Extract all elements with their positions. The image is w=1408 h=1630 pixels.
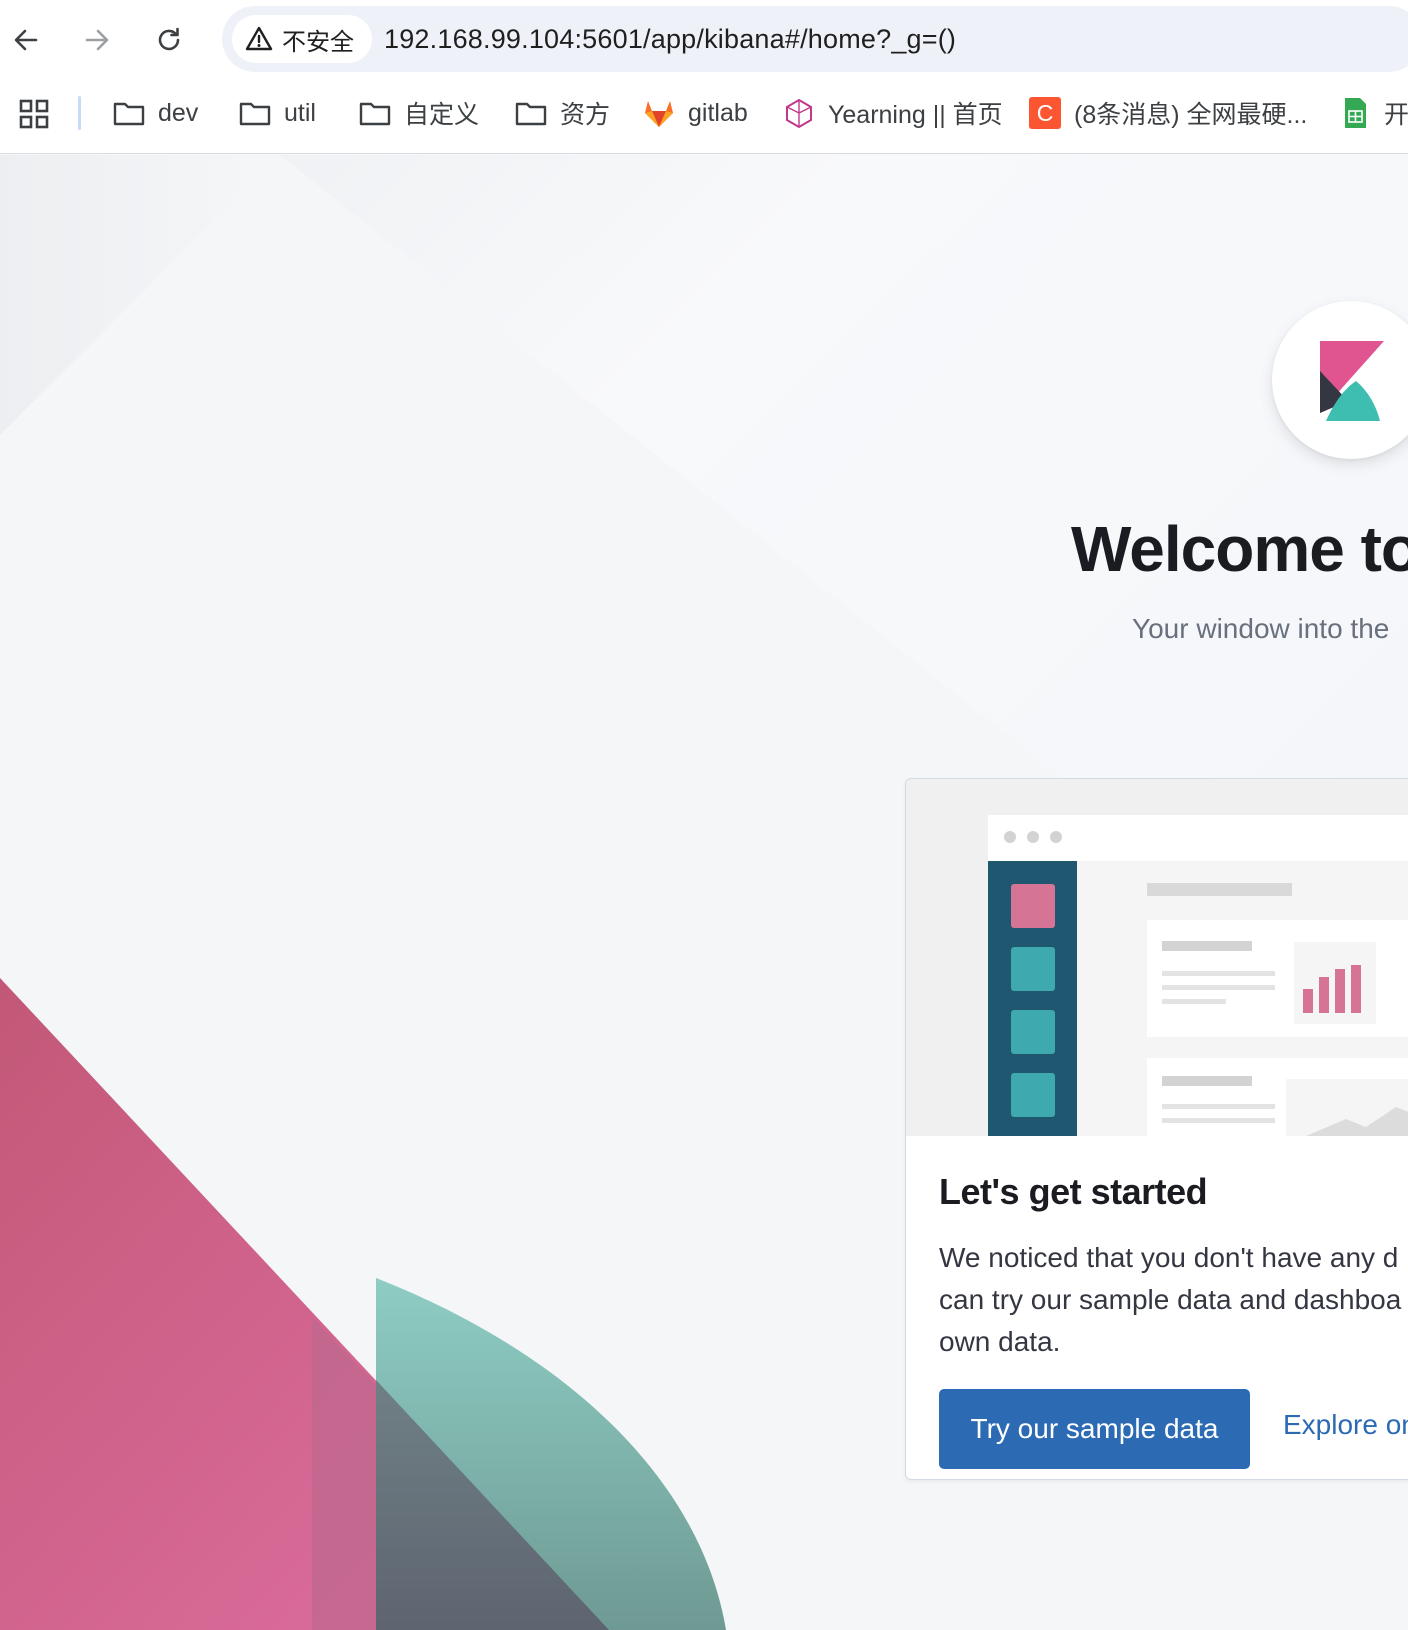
folder-icon [239, 102, 271, 126]
back-button[interactable] [6, 20, 46, 60]
sheets-icon [1345, 98, 1366, 128]
card-description-line: own data. [939, 1326, 1061, 1357]
bookmark-sheet[interactable]: 开 [1338, 92, 1408, 134]
apps-grid-icon[interactable] [18, 98, 50, 130]
csdn-icon: C [1029, 97, 1061, 129]
security-label: 不安全 [282, 28, 354, 56]
folder-icon [359, 102, 391, 126]
forward-arrow-icon [85, 29, 109, 51]
reload-button[interactable] [149, 20, 189, 60]
dashboard-illustration-graphic [988, 815, 1408, 1136]
bookmark-yearning[interactable]: Yearning || 首页 [782, 92, 1003, 134]
dashboard-illustration [906, 779, 1408, 1136]
kibana-home: Welcome to Your window into the Let's ge… [0, 155, 1408, 1630]
kibana-logo-icon [1320, 341, 1384, 421]
try-sample-data-button[interactable]: Try our sample data [939, 1389, 1250, 1469]
card-title: Let's get started [939, 1171, 1208, 1212]
bookmark-gitlab[interactable]: gitlab [642, 92, 748, 134]
card-description-line: can try our sample data and dashboa [939, 1284, 1402, 1315]
browser-toolbar: 不安全 192.168.99.104:5601/app/kibana#/home… [0, 0, 1408, 80]
bookmark-funders[interactable]: 资方 [514, 92, 610, 134]
folder-icon [113, 102, 145, 126]
back-arrow-icon [14, 29, 38, 51]
address-bar[interactable]: 不安全 192.168.99.104:5601/app/kibana#/home… [222, 6, 1408, 72]
folder-icon [515, 102, 547, 126]
bookmark-dev[interactable]: dev [112, 92, 198, 134]
bookmark-util[interactable]: util [238, 92, 316, 134]
bookmark-csdn[interactable]: C (8条消息) 全网最硬... [1028, 92, 1307, 134]
yearning-icon [786, 98, 812, 129]
welcome-title: Welcome to [1071, 513, 1408, 585]
svg-text:C: C [1037, 100, 1054, 126]
get-started-card: Let's get started We noticed that you do… [905, 778, 1408, 1480]
url-text[interactable]: 192.168.99.104:5601/app/kibana#/home?_g=… [384, 24, 956, 55]
forward-button[interactable] [77, 20, 117, 60]
explore-on-own-button[interactable]: Explore on [1283, 1409, 1408, 1441]
welcome-tagline: Your window into the [1132, 613, 1390, 644]
security-chip[interactable]: 不安全 [232, 15, 372, 63]
gitlab-icon [645, 101, 673, 127]
reload-icon [158, 27, 180, 51]
bookmark-custom[interactable]: 自定义 [358, 92, 479, 134]
bookmarks-separator [78, 96, 81, 130]
bookmarks-bar: dev util 自定义 资方 gitlab Yearning || 首页 C [0, 80, 1408, 154]
card-description-line: We noticed that you don't have any d [939, 1242, 1399, 1273]
warning-icon [245, 26, 273, 51]
card-description: We noticed that you don't have any d can… [939, 1237, 1408, 1363]
